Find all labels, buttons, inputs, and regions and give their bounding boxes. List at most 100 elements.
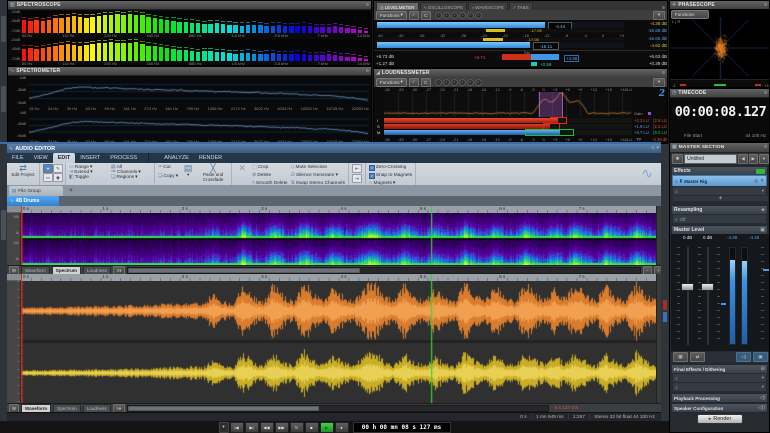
add-effect-button[interactable]: +	[672, 195, 769, 202]
fader-handle-left[interactable]	[681, 283, 694, 291]
dock-tab[interactable]	[1, 86, 6, 112]
preset-slot-4[interactable]: 4	[458, 78, 466, 86]
dock-marker-red[interactable]	[663, 300, 667, 310]
preset-slot-1[interactable]: 1	[434, 78, 442, 86]
check-toggle-button[interactable]: ✓	[408, 10, 419, 20]
preset-menu-button[interactable]: ▾	[758, 153, 769, 164]
slot-menu-icon[interactable]: ▾	[762, 384, 764, 390]
preset-slot-4[interactable]: 4	[458, 11, 466, 19]
panel-menu-icon[interactable]: ≡	[366, 68, 369, 74]
preset-prev-button[interactable]: ◀	[738, 153, 748, 164]
paste-button[interactable]: ▤ ▾	[181, 164, 195, 178]
spectrum-hscrollbar[interactable]	[126, 267, 641, 274]
meter-dropdown-button[interactable]: ▾	[653, 10, 665, 20]
preset-slot-1[interactable]: 1	[434, 11, 442, 19]
settings-gear-button[interactable]: ✱	[672, 153, 684, 164]
preset-slot-3[interactable]: 3	[450, 78, 458, 86]
go-to-end-button[interactable]: ▶|	[244, 421, 259, 433]
file-group-tab[interactable]: ▤ File Group	[9, 186, 63, 196]
timecode-reference[interactable]: File Start	[684, 133, 702, 138]
ribbon-tab-file[interactable]: FILE	[7, 153, 29, 163]
toggle-button[interactable]: ◧ Toggle	[69, 174, 109, 181]
panel-menu-icon[interactable]: ≡	[764, 2, 767, 8]
lock-button[interactable]: ▣	[753, 352, 768, 362]
render-button[interactable]: ▸ Render	[697, 414, 743, 424]
clear-button[interactable]: C	[420, 10, 431, 20]
functions-button[interactable]: Functions ▾	[376, 10, 407, 20]
scroll-thumb[interactable]	[127, 406, 319, 411]
preset-slot-2[interactable]: 2	[442, 11, 450, 19]
cut-button[interactable]: ✂ Cut	[158, 164, 178, 171]
resampling-slot[interactable]: ≡ Off	[672, 214, 767, 224]
dock-marker-blue[interactable]	[663, 312, 667, 322]
remove-icon[interactable]: ✕	[760, 178, 764, 184]
bypass-icon[interactable]: ◎	[754, 178, 758, 184]
mute-selection-button[interactable]: ◇ Mute Selection	[291, 164, 345, 171]
functions-button[interactable]: Functions ▾	[376, 77, 407, 87]
ribbon-tab-edit[interactable]: EDIT	[52, 153, 76, 163]
pencil-tool-button[interactable]: ✎	[53, 164, 63, 173]
check-toggle-button[interactable]: ✓	[408, 77, 419, 87]
playback-processing-header[interactable]: Playback Processing ◁)	[671, 393, 768, 403]
snap-to-magnets-checkbox[interactable]: ✓ Snap to Magnets	[368, 172, 412, 179]
speaker-configuration-header[interactable]: Speaker Configuration ◁))	[671, 403, 768, 413]
panel-menu-icon[interactable]: ≡	[764, 90, 767, 96]
stop-button[interactable]: ■	[304, 421, 319, 433]
swap-channels-button[interactable]: ⇄	[690, 352, 705, 362]
preset-slot-5[interactable]: 5	[466, 11, 474, 19]
preset-slot-2[interactable]: 2	[442, 78, 450, 86]
panel-menu-icon[interactable]: ≡	[662, 70, 665, 76]
editor-collapse-icon[interactable]: ▾	[656, 146, 659, 151]
time-selection-tool-button[interactable]: ⌖	[43, 164, 53, 173]
editor-menu-icon[interactable]: ≡	[652, 146, 655, 151]
status-file-length[interactable]: 1 mn 949 ms	[536, 415, 564, 420]
waveform-display[interactable]	[21, 281, 656, 403]
go-to-start-button[interactable]: |◀	[229, 421, 244, 433]
expand-icon[interactable]: ▣	[760, 227, 765, 233]
add-file-group-button[interactable]: +	[67, 187, 75, 195]
status-cursor-position[interactable]: 0 s	[520, 415, 526, 420]
play-button[interactable]: ▶	[319, 421, 334, 433]
zero-crossing-checkbox[interactable]: ✓ Zero-Crossing	[368, 164, 412, 171]
edit-project-button[interactable]: ⇄ Edit Project	[10, 164, 36, 178]
forward-button[interactable]: ▶▶	[274, 421, 289, 433]
fader-track-left[interactable]	[687, 247, 689, 345]
panel-menu-icon[interactable]: ≡	[764, 145, 767, 150]
ribbon-tab-render[interactable]: RENDER	[194, 153, 227, 163]
dock-tab[interactable]	[1, 210, 6, 240]
waveform-hscrollbar[interactable]	[126, 405, 549, 412]
preset-slot-6[interactable]: 6	[474, 11, 482, 19]
fader-track-right[interactable]	[707, 247, 709, 345]
loop-button[interactable]: ↻	[289, 421, 304, 433]
slot-menu-icon[interactable]: ▾	[762, 375, 764, 381]
ribbon-tab-view[interactable]: VIEW	[29, 153, 53, 163]
preset-slot-5[interactable]: 5	[466, 78, 474, 86]
audio-device-button[interactable]: ◁)	[736, 352, 751, 362]
preset-next-button[interactable]: ▶	[748, 153, 758, 164]
play-tool-button[interactable]: ◉	[53, 173, 63, 182]
status-audio-format[interactable]: Stereo 32 bit float 44 100 Hz	[594, 415, 655, 420]
record-button[interactable]: ●	[334, 421, 349, 433]
dock-tab[interactable]	[1, 16, 6, 42]
panel-menu-icon[interactable]: ≡	[366, 2, 369, 8]
delete-big-button[interactable]: ✕	[235, 164, 249, 173]
scroll-thumb[interactable]	[127, 268, 361, 273]
zoom-tool-button[interactable]: ▭	[43, 173, 53, 182]
rewind-button[interactable]: ◀◀	[259, 421, 274, 433]
ribbon-tab-analyze[interactable]: ANALYZE	[159, 153, 194, 163]
slot-menu-icon[interactable]: ▾	[762, 188, 764, 194]
meter-dropdown-button[interactable]: ▾	[653, 77, 665, 87]
final-effect-slot-empty[interactable]: ≡ ▾	[672, 382, 767, 392]
preset-name-field[interactable]: Untitled	[684, 153, 738, 164]
status-zoom-ratio[interactable]: 1:267	[573, 415, 585, 420]
crop-button[interactable]: ⬚ Crop	[252, 164, 287, 171]
paste-crossfade-button[interactable]: ╳ Paste and Crossfade	[198, 164, 228, 183]
mono-button[interactable]: ▦	[673, 352, 688, 362]
ribbon-tab-process[interactable]: PROCESS	[105, 153, 142, 163]
fader-handle-right[interactable]	[701, 283, 714, 291]
clear-button[interactable]: C	[420, 77, 431, 87]
spectrogram-display[interactable]	[21, 213, 656, 265]
transport-options-button[interactable]: ▾	[218, 421, 229, 433]
functions-button[interactable]: Functions	[671, 10, 709, 19]
ribbon-tab-insert[interactable]: INSERT	[75, 153, 105, 163]
